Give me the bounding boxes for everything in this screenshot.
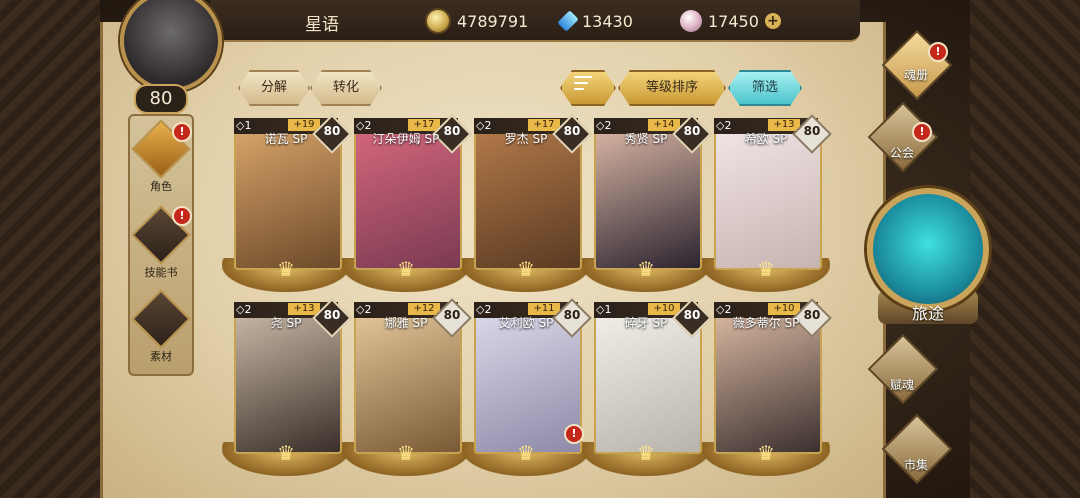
- crown-icon: ♛: [517, 441, 535, 465]
- add-gem-button[interactable]: +: [764, 13, 781, 29]
- talent-icon: [867, 333, 939, 405]
- nav-talent[interactable]: 赋魂: [856, 333, 948, 405]
- crown-icon: ♛: [397, 441, 415, 465]
- coin-icon: [425, 8, 451, 34]
- player-name: 星语: [305, 15, 339, 35]
- crown-icon: ♛: [277, 257, 295, 281]
- nav-item-material[interactable]: 素材: [130, 289, 192, 363]
- character-card[interactable]: ◇2 +10 80 薇多蒂尔 SP ♛: [702, 298, 832, 476]
- card-name: 罗杰 SP: [504, 132, 548, 146]
- character-card[interactable]: ◇2 +11 80 艾利欧 SP ♛!: [462, 298, 592, 476]
- player-level-badge: 80: [134, 84, 188, 114]
- nav-item-character[interactable]: 角色 !: [130, 119, 192, 193]
- talent-label: 赋魂: [889, 378, 914, 392]
- journey-button[interactable]: [867, 188, 989, 310]
- crown-icon: ♛: [637, 441, 655, 465]
- soul-book-icon: [881, 29, 953, 101]
- left-nav: 角色 ! 技能书 ! 素材: [128, 114, 194, 376]
- currency-gold: 4789791: [425, 8, 529, 34]
- crown-icon: ♛: [757, 441, 775, 465]
- alert-icon: !: [172, 206, 192, 226]
- material-icon: [131, 289, 191, 349]
- crown-icon: ♛: [277, 441, 295, 465]
- nav-soul-book[interactable]: 魂册 !: [870, 29, 962, 101]
- sort-level-button[interactable]: 等级排序: [618, 70, 726, 106]
- character-card[interactable]: ◇2 +14 80 秀贤 SP ♛: [582, 114, 712, 292]
- character-card[interactable]: ◇2 +17 80 汀朵伊姆 SP ♛: [342, 114, 472, 292]
- market-icon: [881, 413, 953, 485]
- nav-guild[interactable]: 公会 !: [856, 101, 948, 173]
- card-name: 诺瓦 SP: [264, 132, 308, 146]
- alert-icon: !: [172, 122, 192, 142]
- character-card[interactable]: ◇2 +17 80 罗杰 SP ♛: [462, 114, 592, 292]
- character-card[interactable]: ◇2 +13 80 希欧 SP ♛: [702, 114, 832, 292]
- alert-icon: !: [928, 42, 948, 62]
- character-card[interactable]: ◇2 +12 80 娜雅 SP ♛: [342, 298, 472, 476]
- card-name: 薇多蒂尔 SP: [732, 316, 800, 330]
- alert-icon: !: [564, 424, 584, 444]
- filter-button[interactable]: 筛选: [728, 70, 802, 106]
- nav-item-skillbook[interactable]: 技能书 !: [130, 205, 192, 279]
- crown-icon: ♛: [637, 257, 655, 281]
- character-card[interactable]: ◇1 +10 80 碎牙 SP ♛: [582, 298, 712, 476]
- nav-label-material: 素材: [150, 350, 172, 363]
- crown-icon: ♛: [757, 257, 775, 281]
- guild-label: 公会: [889, 146, 914, 160]
- nav-market[interactable]: 市集: [870, 413, 962, 485]
- decompose-button[interactable]: 分解: [238, 70, 310, 106]
- pink-gem-icon: [680, 10, 702, 32]
- soul-book-label: 魂册: [903, 68, 928, 82]
- card-name: 汀朵伊姆 SP: [372, 132, 440, 146]
- market-label: 市集: [903, 458, 928, 472]
- left-frame-decoration: [0, 0, 100, 498]
- card-name: 希欧 SP: [744, 132, 788, 146]
- gold-value: 4789791: [457, 11, 529, 31]
- crystal-value: 13430: [582, 11, 633, 31]
- alert-icon: !: [912, 122, 932, 142]
- card-name: 尧 SP: [270, 316, 302, 330]
- crown-icon: ♛: [517, 257, 535, 281]
- card-name: 碎牙 SP: [624, 316, 668, 330]
- character-card[interactable]: ◇2 +13 80 尧 SP ♛: [222, 298, 352, 476]
- crown-icon: ♛: [397, 257, 415, 281]
- game-screen: 星语 4789791 13430 17450 + 80 角色 ! 技能书 ! 素…: [0, 0, 1080, 498]
- character-card[interactable]: ◇1 +19 80 诺瓦 SP ♛: [222, 114, 352, 292]
- convert-button[interactable]: 转化: [310, 70, 382, 106]
- card-name: 秀贤 SP: [624, 132, 668, 146]
- card-name: 艾利欧 SP: [498, 316, 554, 330]
- blue-crystal-icon: [557, 10, 579, 32]
- currency-gem: 17450 +: [680, 9, 781, 33]
- sort-icon: [574, 76, 596, 92]
- currency-crystal: 13430: [557, 9, 633, 33]
- nav-label-character: 角色: [150, 180, 172, 193]
- journey-label: 旅途: [911, 304, 944, 323]
- gem-value: 17450: [708, 11, 759, 31]
- card-name: 娜雅 SP: [384, 316, 428, 330]
- nav-label-skillbook: 技能书: [144, 266, 178, 279]
- avatar[interactable]: [120, 0, 222, 92]
